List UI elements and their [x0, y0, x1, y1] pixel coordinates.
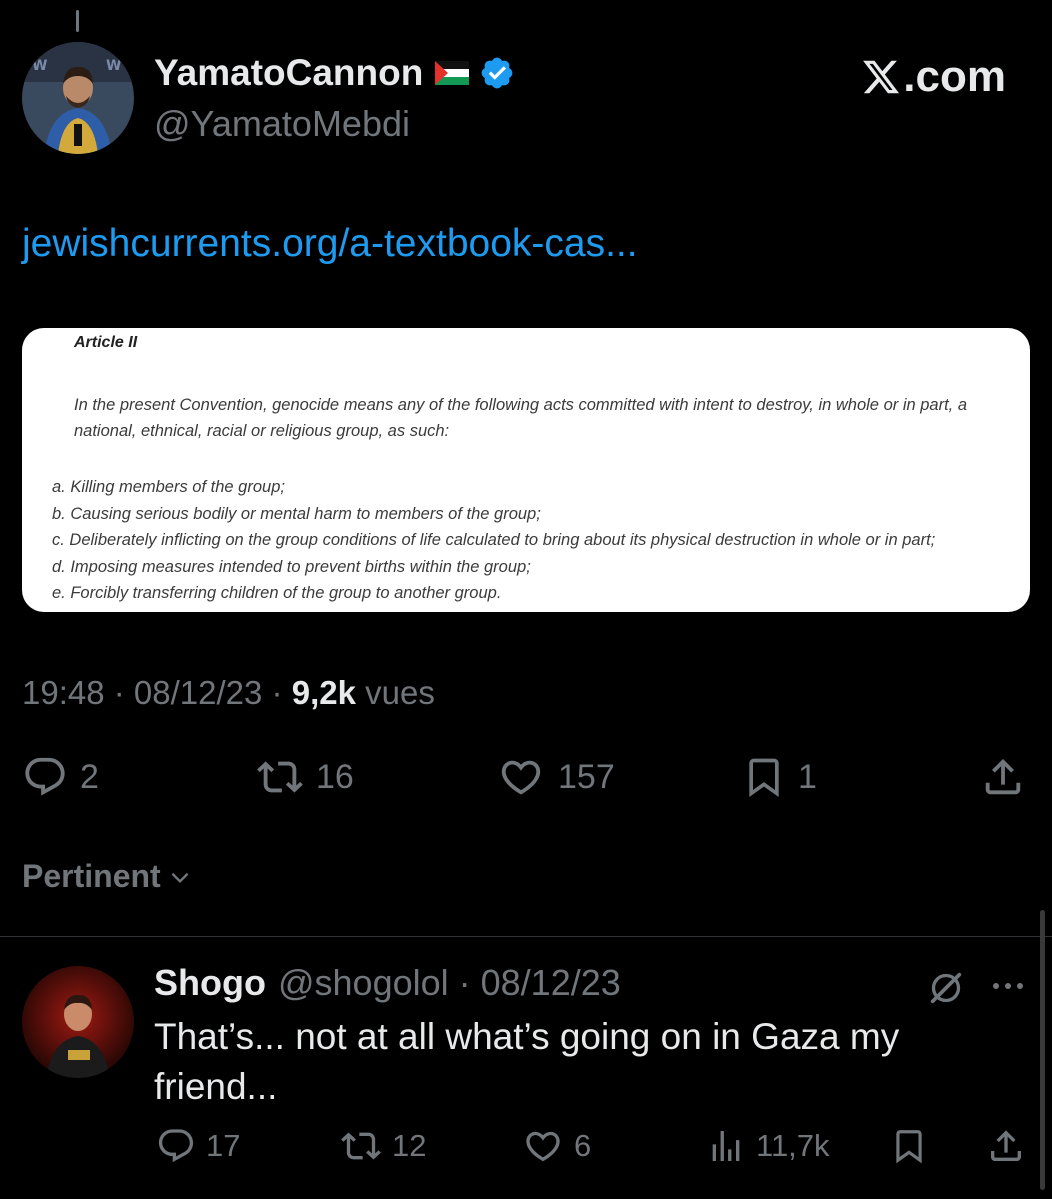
bookmark-button[interactable]: 1 [742, 754, 817, 800]
reply-action-bar: 17 12 6 11,7k [0, 1126, 1052, 1170]
analytics-icon [712, 1131, 740, 1161]
reply-text: That’s... not at all what’s going on in … [154, 1016, 900, 1107]
tweet-detail-page: W W YamatoCannon @YamatoMebdi .com jewis… [0, 0, 1052, 1199]
more-options-icon[interactable] [990, 980, 1030, 992]
reply-author-handle[interactable]: @shogolol · 08/12/23 [278, 962, 621, 1004]
share-button[interactable] [980, 754, 1026, 800]
x-logo-icon [863, 60, 900, 94]
author-handle[interactable]: @YamatoMebdi [154, 103, 410, 145]
x-com-text: .com [903, 52, 1006, 101]
chevron-down-icon [171, 872, 189, 883]
reply-count: 2 [80, 757, 99, 796]
reply-header: Shogo @shogolol · 08/12/23 [154, 962, 621, 1004]
reply-views-button[interactable]: 11,7k [706, 1126, 830, 1166]
views-label: vues [365, 674, 435, 711]
bookmark-icon [749, 758, 779, 798]
reply-reply-count: 17 [206, 1128, 241, 1163]
card-item-list: a. Killing members of the group; b. Caus… [52, 474, 935, 607]
tweet-meta: 19:48 · 08/12/23 · 9,2k vues [22, 674, 435, 711]
reply-retweet-count: 12 [392, 1128, 427, 1163]
thread-connector-line [76, 10, 79, 32]
author-name-row[interactable]: YamatoCannon [154, 52, 515, 94]
like-count: 157 [558, 757, 615, 796]
reply-date: 08/12/23 [480, 962, 621, 1003]
reply-like-count: 6 [574, 1128, 592, 1163]
divider [0, 936, 1052, 937]
reply-avatar-image [22, 966, 134, 1078]
reply-icon [158, 1129, 194, 1163]
article-link[interactable]: jewishcurrents.org/a-textbook-cas... [22, 222, 638, 266]
author-display-name[interactable]: YamatoCannon [154, 52, 423, 94]
retweet-button[interactable]: 16 [256, 754, 354, 800]
share-icon [991, 1130, 1021, 1161]
card-list-item: e. Forcibly transferring children of the… [52, 584, 502, 602]
card-list-item: d. Imposing measures intended to prevent… [52, 557, 531, 576]
bookmark-count: 1 [798, 757, 817, 796]
like-button[interactable]: 157 [496, 754, 615, 800]
tweet-action-bar: 2 16 157 1 [0, 752, 1052, 802]
reply-like-button[interactable]: 6 [522, 1126, 591, 1166]
reply-share-button[interactable] [986, 1126, 1026, 1166]
tweet-time[interactable]: 19:48 [22, 674, 105, 711]
reply-author-avatar[interactable] [22, 966, 134, 1078]
reply-author-name[interactable]: Shogo [154, 962, 266, 1004]
reply-icon [25, 757, 65, 796]
svg-text:W: W [106, 58, 121, 74]
grok-icon[interactable] [926, 968, 966, 1008]
sort-label: Pertinent [22, 858, 161, 894]
views-count: 9,2k [291, 674, 356, 711]
svg-text:W: W [32, 58, 47, 74]
embedded-image-card[interactable]: Article II In the present Convention, ge… [22, 328, 1030, 612]
reply-views-count: 11,7k [756, 1128, 830, 1163]
card-heading: Article II [74, 334, 138, 351]
author-avatar[interactable]: W W [22, 42, 134, 154]
retweet-icon [341, 1132, 381, 1160]
palestine-flag-icon [435, 61, 470, 85]
card-paragraph: In the present Convention, genocide mean… [74, 396, 968, 440]
reply-retweet-button[interactable]: 12 [340, 1126, 426, 1166]
reply-button[interactable]: 2 [22, 754, 99, 800]
tweet-date[interactable]: 08/12/23 [134, 674, 262, 711]
heart-icon [526, 1131, 560, 1162]
reply-sort-dropdown[interactable]: Pertinent [22, 858, 193, 895]
reply-bookmark-button[interactable] [890, 1126, 928, 1166]
card-list-item: a. Killing members of the group; [52, 478, 285, 496]
card-list-item: b. Causing serious bodily or mental harm… [52, 504, 541, 523]
share-icon [985, 758, 1021, 795]
retweet-icon [257, 761, 303, 793]
reply-handle-text: @shogolol [277, 962, 449, 1003]
x-com-watermark: .com [861, 52, 1006, 102]
reply-reply-button[interactable]: 17 [156, 1126, 240, 1166]
card-list-item: c. Deliberately inflicting on the group … [52, 531, 936, 549]
bookmark-icon [896, 1130, 922, 1164]
verified-badge-icon [481, 57, 513, 89]
heart-icon [501, 760, 541, 795]
retweet-count: 16 [316, 757, 354, 796]
author-avatar-image: W W [22, 42, 134, 154]
